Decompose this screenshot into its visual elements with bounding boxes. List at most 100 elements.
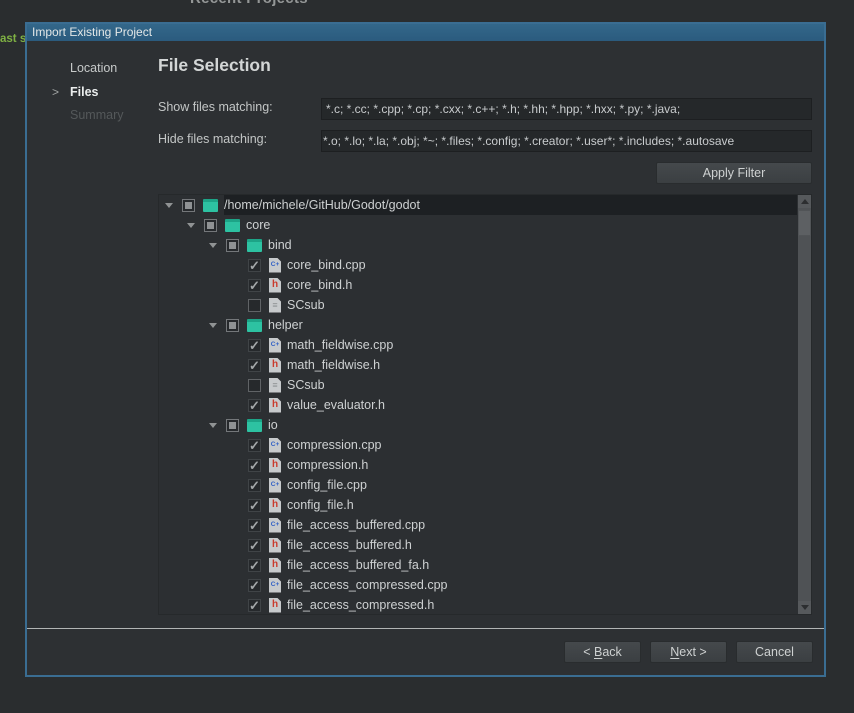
header-file-icon: h — [269, 358, 281, 373]
tree-item-label: config_file.cpp — [287, 478, 367, 492]
footer-buttons: < Back Next > Cancel — [564, 641, 813, 663]
tree-item-label: config_file.h — [287, 498, 354, 512]
checkbox[interactable]: ✓ — [248, 279, 261, 292]
expand-arrow-icon[interactable] — [209, 323, 226, 328]
tree-row[interactable]: bind — [159, 235, 811, 255]
folder-icon — [247, 319, 262, 332]
tree-row[interactable]: core — [159, 215, 811, 235]
wizard-step-location[interactable]: Location — [70, 61, 117, 75]
tree-row[interactable]: ✓ C+ file_access_compressed.cpp — [159, 575, 811, 595]
hide-files-input[interactable] — [321, 130, 812, 152]
wizard-step-summary: Summary — [70, 108, 123, 122]
checkbox[interactable]: ✓ — [248, 359, 261, 372]
tree-row[interactable]: ≡ SCsub — [159, 375, 811, 395]
next-button[interactable]: Next > — [650, 641, 727, 663]
wizard-step-files[interactable]: Files — [70, 85, 99, 99]
checkbox[interactable]: ✓ — [248, 479, 261, 492]
checkbox[interactable]: ✓ — [248, 339, 261, 352]
current-step-marker-icon: > — [52, 85, 59, 99]
file-icon: ≡ — [269, 298, 281, 313]
header-file-icon: h — [269, 538, 281, 553]
scrollbar-up-button[interactable] — [798, 195, 811, 208]
checkbox[interactable]: ✓ — [248, 399, 261, 412]
tree-row[interactable]: ✓ C+ file_access_buffered.cpp — [159, 515, 811, 535]
checkbox[interactable] — [226, 319, 239, 332]
header-file-icon: h — [269, 558, 281, 573]
checkbox[interactable] — [182, 199, 195, 212]
footer-separator — [27, 628, 824, 629]
checkbox[interactable]: ✓ — [248, 519, 261, 532]
checkbox[interactable]: ✓ — [248, 539, 261, 552]
show-files-label: Show files matching: — [158, 100, 273, 114]
tree-row[interactable]: ✓hcore_bind.h — [159, 275, 811, 295]
tree-item-label: SCsub — [287, 378, 325, 392]
tree-item-label: file_access_buffered.cpp — [287, 518, 425, 532]
cpp-file-icon: C+ — [269, 258, 281, 273]
tree-scrollbar[interactable] — [798, 195, 811, 614]
show-files-input[interactable] — [321, 98, 812, 120]
back-button[interactable]: < Back — [564, 641, 641, 663]
folder-icon — [225, 219, 240, 232]
checkbox[interactable]: ✓ — [248, 459, 261, 472]
checkbox[interactable]: ✓ — [248, 499, 261, 512]
tree-row[interactable]: ✓C+core_bind.cpp — [159, 255, 811, 275]
checkbox[interactable] — [204, 219, 217, 232]
tree-row[interactable]: ✓hcompression.h — [159, 455, 811, 475]
checkbox[interactable] — [248, 379, 261, 392]
dialog-titlebar[interactable]: Import Existing Project — [27, 24, 824, 41]
cpp-file-icon: C+ — [269, 578, 281, 593]
tree-item-label: file_access_compressed.cpp — [287, 578, 448, 592]
checkbox[interactable] — [226, 419, 239, 432]
checkbox[interactable]: ✓ — [248, 439, 261, 452]
checkbox[interactable]: ✓ — [248, 579, 261, 592]
tree-row[interactable]: helper — [159, 315, 811, 335]
header-file-icon: h — [269, 278, 281, 293]
cpp-file-icon: C+ — [269, 438, 281, 453]
checkbox[interactable]: ✓ — [248, 559, 261, 572]
tree-row[interactable]: ✓C+math_fieldwise.cpp — [159, 335, 811, 355]
expand-arrow-icon[interactable] — [187, 223, 204, 228]
checkbox[interactable]: ✓ — [248, 599, 261, 612]
tree-item-label: /home/michele/GitHub/Godot/godot — [224, 198, 420, 212]
tree-row[interactable]: ✓ h file_access_buffered.h — [159, 535, 811, 555]
tree-item-label: bind — [268, 238, 292, 252]
file-icon: ≡ — [269, 378, 281, 393]
apply-filter-button[interactable]: Apply Filter — [656, 162, 812, 184]
background-recent-projects-text: Recent Projects — [190, 0, 308, 7]
expand-arrow-icon[interactable] — [209, 243, 226, 248]
checkbox[interactable]: ✓ — [248, 259, 261, 272]
scrollbar-down-button[interactable] — [798, 601, 811, 614]
dialog-title: Import Existing Project — [32, 25, 152, 39]
import-existing-project-dialog: Import Existing Project > Location Files… — [25, 22, 826, 677]
tree-row[interactable]: io — [159, 415, 811, 435]
expand-arrow-icon[interactable] — [165, 203, 182, 208]
scrollbar-thumb[interactable] — [798, 210, 811, 236]
tree-row[interactable]: /home/michele/GitHub/Godot/godot — [159, 195, 811, 215]
tree-row[interactable]: ✓hmath_fieldwise.h — [159, 355, 811, 375]
header-file-icon: h — [269, 458, 281, 473]
tree-row[interactable]: ✓ C+ compression.cpp — [159, 435, 811, 455]
folder-icon — [247, 419, 262, 432]
cancel-button[interactable]: Cancel — [736, 641, 813, 663]
tree-item-label: file_access_buffered_fa.h — [287, 558, 429, 572]
tree-row[interactable]: ✓C+config_file.cpp — [159, 475, 811, 495]
tree-row[interactable]: ✓ h config_file.h — [159, 495, 811, 515]
tree-item-label: compression.cpp — [287, 438, 382, 452]
tree-item-label: value_evaluator.h — [287, 398, 385, 412]
checkbox[interactable] — [226, 239, 239, 252]
desktop-background: Recent Projects ast s Import Existing Pr… — [0, 0, 854, 713]
hide-files-label: Hide files matching: — [158, 132, 267, 146]
tree-row[interactable]: ✓ h value_evaluator.h — [159, 395, 811, 415]
header-file-icon: h — [269, 498, 281, 513]
dialog-body: > Location Files Summary File Selection … — [27, 41, 824, 675]
checkbox[interactable] — [248, 299, 261, 312]
expand-arrow-icon[interactable] — [209, 423, 226, 428]
tree-row[interactable]: ✓ h file_access_buffered_fa.h — [159, 555, 811, 575]
tree-item-label: file_access_buffered.h — [287, 538, 412, 552]
tree-item-label: math_fieldwise.cpp — [287, 338, 393, 352]
cpp-file-icon: C+ — [269, 518, 281, 533]
header-file-icon: h — [269, 398, 281, 413]
tree-row[interactable]: ✓hfile_access_compressed.h — [159, 595, 811, 615]
tree-row[interactable]: ≡SCsub — [159, 295, 811, 315]
background-clipped-green-text: ast s — [0, 33, 26, 45]
